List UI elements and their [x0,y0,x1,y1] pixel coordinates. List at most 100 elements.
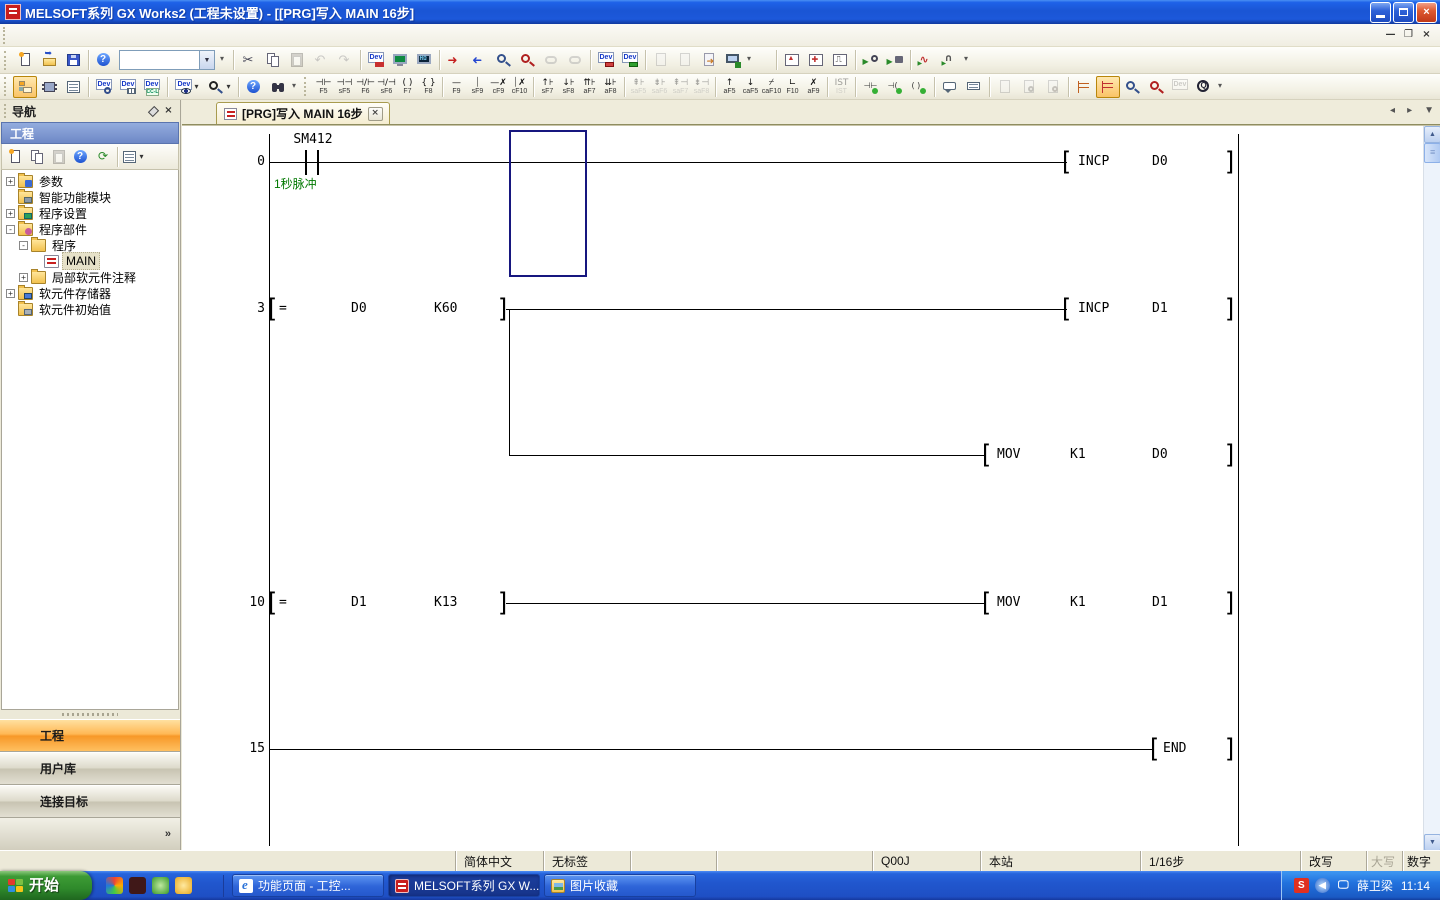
compare-op[interactable]: = [279,301,287,317]
nav-sort-button[interactable] [121,147,143,167]
restore-button[interactable] [1393,2,1414,23]
link-gray-button[interactable] [539,49,563,71]
dev-write-button[interactable] [364,49,388,71]
nb-lib-button[interactable]: 用户库 [0,752,180,785]
dev-table-button[interactable] [116,76,140,98]
lad-v-button[interactable]: ⏐sF9 [467,75,488,99]
tab-close-icon[interactable]: × [368,107,383,121]
list-view-button[interactable] [61,76,85,98]
compare-op[interactable]: = [279,595,287,611]
devinit-button[interactable]: 软元件初始值 [2,301,178,317]
lad-no-p-button[interactable]: ⊣⊣sF5 [334,75,355,99]
s-logo-button[interactable] [106,877,123,894]
monitor-hw-button[interactable] [412,49,436,71]
ladder-editor[interactable]: 0 SM412 1秒脉冲 [ INCP D0 ] 3 [ = D0 K60 ] … [182,125,1440,850]
nb-conn-button[interactable]: 连接目标 [0,785,180,818]
contact-device[interactable]: SM412 [278,132,348,148]
toolbar-overflow-button[interactable] [962,50,974,70]
menu-item[interactable] [92,25,108,45]
lad-edge-up-button[interactable]: ↑aF5 [719,75,740,99]
watch-find-button[interactable] [859,49,883,71]
menu-item[interactable] [12,25,28,45]
tab-main-program[interactable]: [PRG]写入 MAIN 16步 × [216,102,390,124]
ie-button[interactable]: 功能页面 - 工控... [232,874,384,897]
minimize-button[interactable] [1370,2,1391,23]
compare-arg1[interactable]: D0 [351,301,367,317]
lad-nc-p-button[interactable]: ⊣/⊣sF6 [376,75,397,99]
pc-net-button[interactable] [721,49,745,71]
lad-pulse-dn2-button[interactable]: ⇊⊦aF8 [600,75,621,99]
nb-proj-button[interactable]: 工程 [0,719,180,752]
nav-new-button[interactable] [4,147,26,167]
nav-tree-button[interactable] [13,76,37,98]
graph-c-button[interactable] [828,49,852,71]
nav-refresh-button[interactable]: ⟳ [92,147,114,167]
nav-copy-button[interactable] [26,147,48,167]
gold-orb-button[interactable] [175,877,192,894]
copy-button[interactable] [261,49,285,71]
lad-pulse-up3-button[interactable]: ⇞⊦saF5 [628,75,649,99]
mdi-minimize-button[interactable]: — [1383,28,1398,42]
paste-button[interactable] [285,49,309,71]
undo-button[interactable] [309,49,333,71]
doc-find2-button[interactable] [1041,76,1065,98]
ime-tray-icon[interactable]: ◀ [1315,878,1330,893]
combo-field[interactable] [120,51,199,69]
instruction-arg[interactable]: D1 [1152,595,1168,611]
dev-red-button[interactable] [594,49,618,71]
panel-close-icon[interactable]: × [161,104,176,118]
tab-list-icon[interactable]: ▼ [1424,105,1434,116]
mdi-close-button[interactable]: × [1419,28,1434,42]
bat-button[interactable] [129,877,146,894]
graph-b-button[interactable] [804,49,828,71]
instruction-arg[interactable]: K1 [1070,595,1086,611]
doc-find-button[interactable] [1017,76,1041,98]
menu-item[interactable] [124,25,140,45]
lad-pulse-dn3-button[interactable]: ⇟⊦saF6 [649,75,670,99]
dev-find-button[interactable] [92,76,116,98]
lad-pulse-up4-button[interactable]: ⇞⊣saF7 [670,75,691,99]
doc-edit-button[interactable] [673,49,697,71]
lad-app-button[interactable]: { }F8 [418,75,439,99]
tree-wire-button[interactable] [1096,76,1120,98]
zoom-q-button[interactable] [1192,76,1216,98]
compare-arg1[interactable]: D1 [351,595,367,611]
toolbar-overflow-button[interactable] [218,50,230,70]
lad-no-button[interactable]: ⊣⊢F5 [313,75,334,99]
doc-arrow-button[interactable] [697,49,721,71]
instruction-name[interactable]: MOV [997,595,1020,611]
nav-info-button[interactable] [70,147,92,167]
chip-button[interactable] [37,76,61,98]
compare-arg2[interactable]: K60 [434,301,457,317]
melsoft-button[interactable]: MELSOFT系列 GX W... [388,874,540,897]
toolbar-overflow-button[interactable] [1216,77,1228,97]
open-button[interactable] [37,49,61,71]
instruction-arg[interactable]: D1 [1152,301,1168,317]
menu-item[interactable] [172,25,188,45]
menu-item[interactable] [28,25,44,45]
binoculars-button[interactable] [266,76,290,98]
lad-del-h-button[interactable]: —✗cF9 [488,75,509,99]
nav-paste-button[interactable] [48,147,70,167]
new-button[interactable] [13,49,37,71]
lad-nc-button[interactable]: ⊣/⊢F6 [355,75,376,99]
toolbar-overflow-button[interactable] [290,77,302,97]
arrow-red-button[interactable] [443,49,467,71]
scroll-down-icon[interactable]: ▼ [1424,834,1440,851]
combo-dropdown-icon[interactable]: ▼ [199,51,214,69]
dev-ccl-button[interactable] [140,76,164,98]
lad-branch-button[interactable]: ∟F10 [782,75,803,99]
monitor-green-button[interactable] [388,49,412,71]
help-button[interactable] [242,76,266,98]
contact-bar[interactable] [305,150,307,175]
lad-edge-dn-button[interactable]: ↓caF5 [740,75,761,99]
menu-item[interactable] [60,25,76,45]
start-button[interactable]: 开始 [0,871,92,900]
save-button[interactable] [61,49,85,71]
contact-bar[interactable] [317,150,319,175]
tree-param-button[interactable] [1072,76,1096,98]
instruction-name[interactable]: INCP [1078,154,1109,170]
zoom-find-red-button[interactable] [1144,76,1168,98]
statement-edit-button[interactable] [962,76,986,98]
tree-expander-icon[interactable]: - [19,241,28,250]
